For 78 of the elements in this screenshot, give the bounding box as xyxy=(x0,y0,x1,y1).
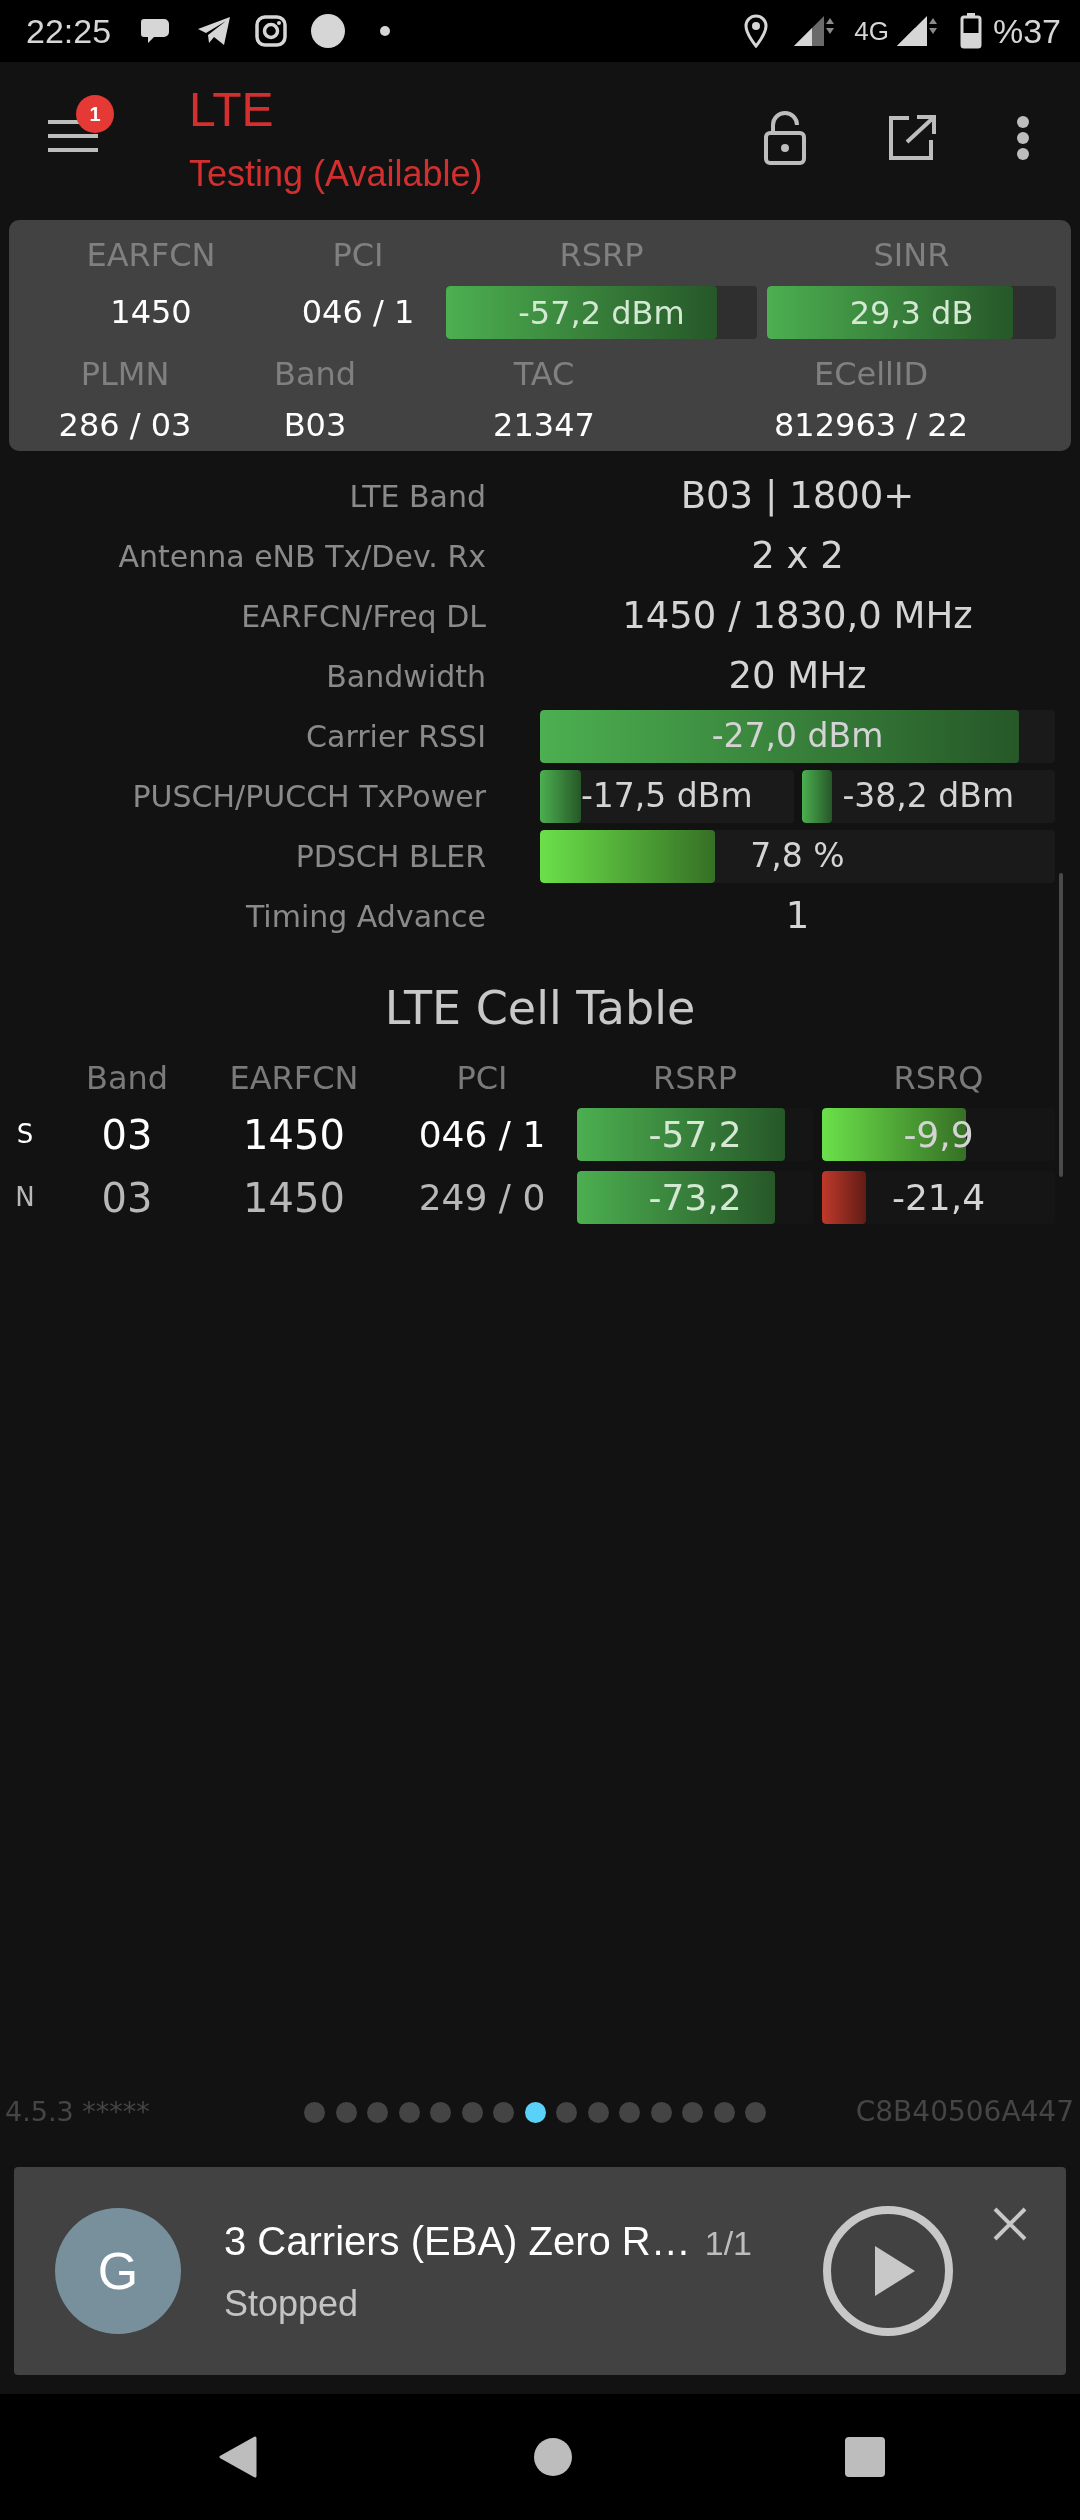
field-label: Bandwidth xyxy=(325,657,486,696)
network-type: 4G xyxy=(854,18,889,44)
field-label: SINR xyxy=(873,235,950,276)
column-header: EARFCN xyxy=(229,1058,359,1099)
reading: -57,2 xyxy=(648,1112,742,1157)
external-link-icon xyxy=(887,114,937,162)
reading: -21,4 xyxy=(891,1175,986,1220)
reading: -57,2 dBm xyxy=(518,292,685,334)
battery-icon xyxy=(959,13,982,49)
field-value: 1 xyxy=(785,893,810,940)
field-label: PLMN xyxy=(80,354,170,395)
column-header: RSRQ xyxy=(893,1058,984,1099)
reading: -27,0 dBm xyxy=(711,715,884,758)
table-cell-text: 1450 xyxy=(243,1110,345,1160)
lock-button[interactable] xyxy=(763,111,807,165)
more-icon xyxy=(1016,115,1030,161)
column-header: RSRP xyxy=(652,1058,738,1099)
battery-level: %37 xyxy=(992,14,1061,48)
location-pin-icon xyxy=(744,14,769,48)
circle-icon xyxy=(311,14,346,48)
field-value: 286 / 03 xyxy=(58,405,192,446)
close-icon xyxy=(992,2206,1028,2242)
table-cell-text: 1450 xyxy=(243,1173,345,1223)
screen-subtitle: Testing (Available) xyxy=(189,152,483,196)
field-label: Carrier RSSI xyxy=(305,717,486,756)
dot-icon xyxy=(380,26,391,36)
paper-plane-icon xyxy=(196,15,233,47)
home-button[interactable] xyxy=(533,2437,573,2477)
reading: -73,2 xyxy=(648,1175,742,1220)
field-value: 046 / 1 xyxy=(301,292,415,333)
field-label: Timing Advance xyxy=(244,897,486,936)
cell-type: S xyxy=(16,1118,34,1151)
reading: -17,5 dBm xyxy=(580,775,753,818)
field-label: EARFCN xyxy=(86,235,216,276)
column-header: Band xyxy=(85,1058,169,1099)
back-button[interactable] xyxy=(219,2436,257,2478)
notification-badge: 1 xyxy=(76,95,114,133)
field-value: 1450 / 1830,0 MHz xyxy=(622,593,973,640)
field-label: TAC xyxy=(513,354,575,395)
field-label: LTE Band xyxy=(348,477,486,516)
reading: 29,3 dB xyxy=(849,292,974,334)
playlist-title: 3 Carriers (EBA) Zero R… xyxy=(224,2218,691,2265)
column-header: PCI xyxy=(456,1058,508,1099)
table-cell-text: 03 xyxy=(101,1110,153,1160)
field-value: B03 | 1800+ xyxy=(680,473,915,520)
avatar: G xyxy=(55,2208,181,2334)
lock-icon xyxy=(763,111,807,165)
cell-type: N xyxy=(15,1181,35,1214)
table-cell-text: 046 / 1 xyxy=(418,1112,546,1157)
play-icon xyxy=(823,2206,953,2336)
table-cell-text: 03 xyxy=(101,1173,153,1223)
reading: 7,8 % xyxy=(750,835,845,878)
field-label: RSRP xyxy=(559,235,644,276)
field-value: 1450 xyxy=(110,292,192,333)
table-title: LTE Cell Table xyxy=(383,980,697,1036)
field-label: EARFCN/Freq DL xyxy=(240,597,486,636)
field-value: 2 x 2 xyxy=(751,533,844,580)
camera-icon xyxy=(254,14,289,48)
field-label: ECellID xyxy=(813,354,929,395)
playback-status: Stopped xyxy=(224,2282,360,2326)
open-external-button[interactable] xyxy=(887,114,937,162)
field-label: PCI xyxy=(332,235,384,276)
field-label: Band xyxy=(273,354,357,395)
play-button[interactable] xyxy=(823,2206,953,2336)
recents-button[interactable] xyxy=(845,2437,885,2477)
field-value: 21347 xyxy=(493,405,595,446)
field-label: PDSCH BLER xyxy=(294,837,486,876)
clock: 22:25 xyxy=(26,14,112,48)
playlist-counter: 1/1 xyxy=(704,2223,752,2264)
field-value: B03 xyxy=(283,405,347,446)
field-value: 20 MHz xyxy=(728,653,867,700)
field-label: Antenna eNB Tx/Dev. Rx xyxy=(117,537,486,576)
screen-title: LTE xyxy=(189,82,274,138)
close-button[interactable] xyxy=(992,2206,1028,2242)
field-value: 812963 / 22 xyxy=(774,405,968,446)
table-cell-text: 249 / 0 xyxy=(418,1175,546,1220)
reading: -38,2 dBm xyxy=(842,775,1015,818)
field-label: PUSCH/PUCCH TxPower xyxy=(131,777,486,816)
